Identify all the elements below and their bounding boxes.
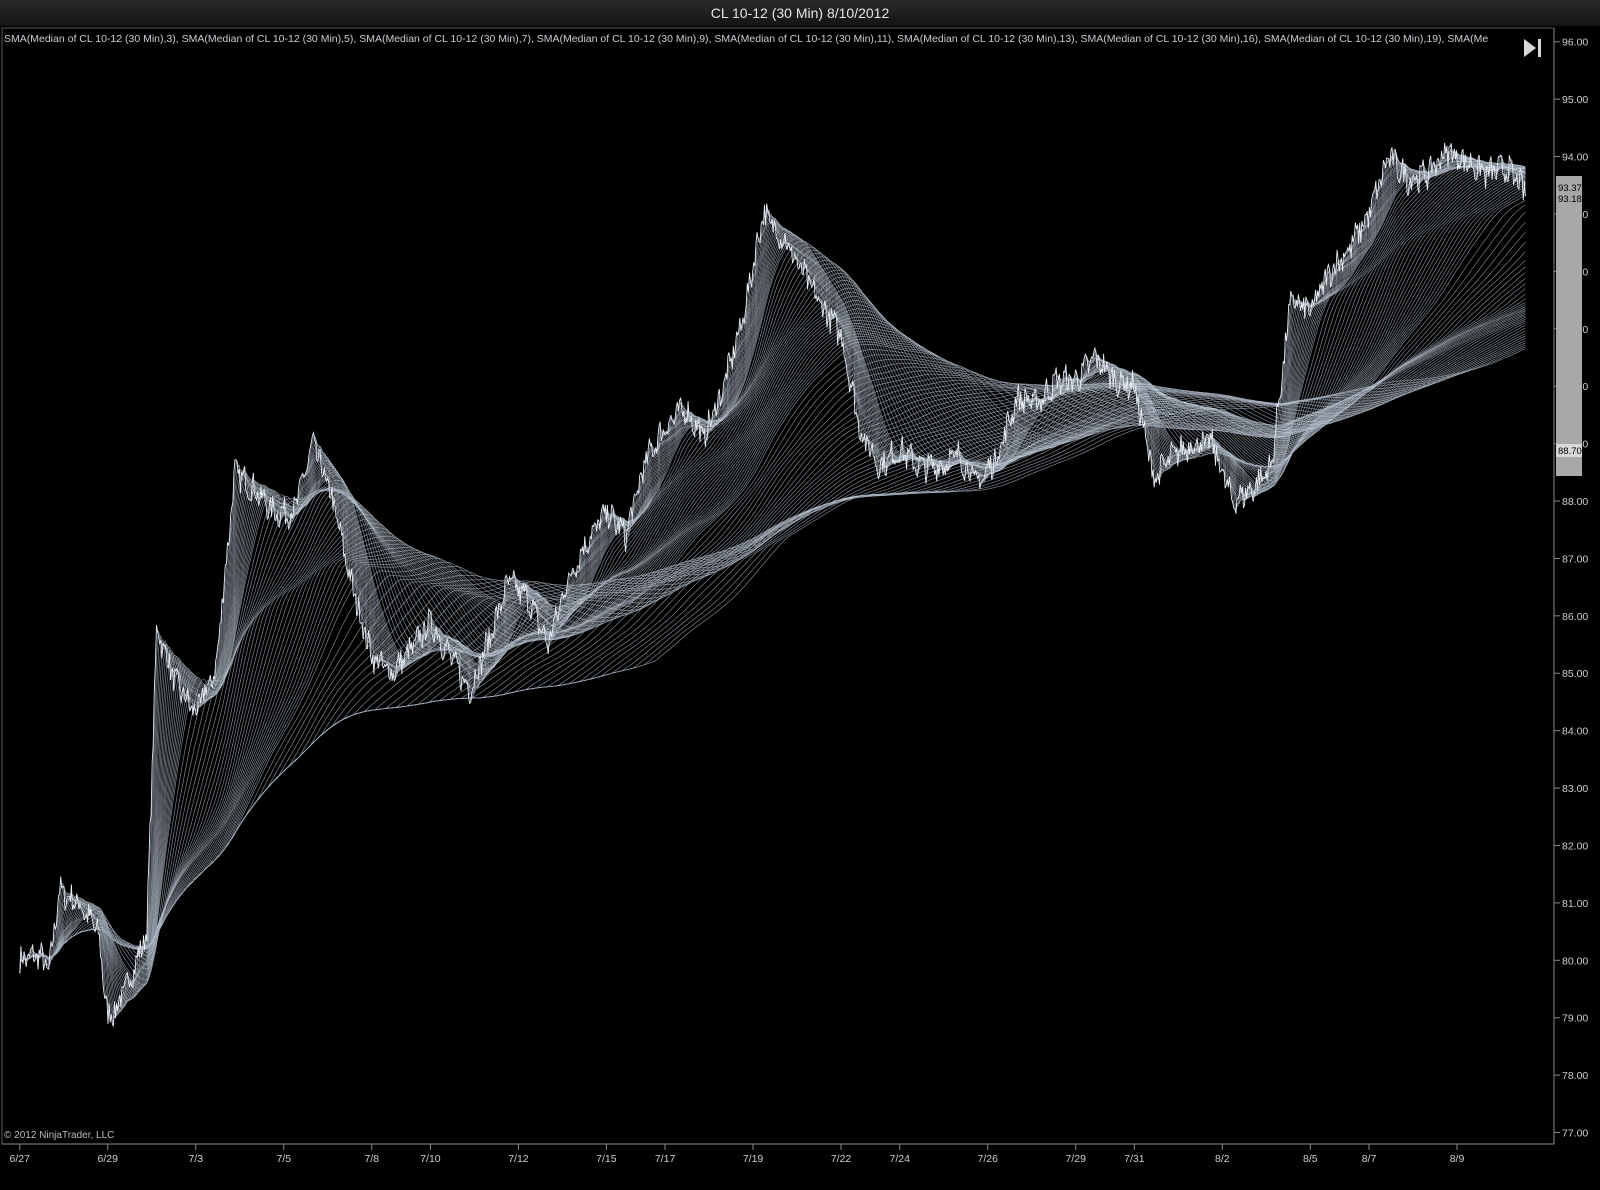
x-tick-label: 7/31: [1124, 1153, 1145, 1165]
x-tick-label: 7/19: [743, 1153, 764, 1165]
y-tick-label: 86.00: [1562, 611, 1588, 623]
y-tick-label: 87.00: [1562, 553, 1588, 565]
y-tick-label: 96.00: [1562, 37, 1588, 49]
title-bar: CL 10-12 (30 Min) 8/10/2012: [0, 0, 1600, 27]
y-tick-label: 88.00: [1562, 496, 1588, 508]
y-tick-label: 85.00: [1562, 668, 1588, 680]
x-tick-label: 7/26: [977, 1153, 998, 1165]
x-tick-label: 7/10: [420, 1153, 441, 1165]
y-tick-label: 95.00: [1562, 94, 1588, 106]
y-tick-label: 79.00: [1562, 1013, 1588, 1025]
x-tick-label: 8/7: [1362, 1153, 1377, 1165]
x-tick-label: 7/17: [655, 1153, 676, 1165]
x-tick-label: 7/15: [596, 1153, 617, 1165]
x-tick-label: 7/29: [1065, 1153, 1086, 1165]
y-tick-label: 82.00: [1562, 840, 1588, 852]
x-tick-label: 7/22: [831, 1153, 852, 1165]
y-tick-label: 83.00: [1562, 783, 1588, 795]
x-tick-label: 8/2: [1215, 1153, 1230, 1165]
x-tick-label: 7/24: [889, 1153, 910, 1165]
x-tick-label: 7/8: [364, 1153, 379, 1165]
y-tick-label: 94.00: [1562, 152, 1588, 164]
y-tick-label: 80.00: [1562, 955, 1588, 967]
x-tick-label: 6/27: [10, 1153, 31, 1165]
y-tick-label: 81.00: [1562, 898, 1588, 910]
x-tick-label: 7/3: [188, 1153, 203, 1165]
last-value-panel: 93.37 93.18 88.70: [1556, 176, 1582, 476]
y-tick-label: 78.00: [1562, 1070, 1588, 1082]
y-tick-label: 77.00: [1562, 1128, 1588, 1140]
x-tick-label: 7/5: [276, 1153, 291, 1165]
x-tick-label: 6/29: [98, 1153, 119, 1165]
window-title: CL 10-12 (30 Min) 8/10/2012: [710, 5, 890, 21]
x-tick-label: 8/5: [1303, 1153, 1318, 1165]
chart-svg[interactable]: 77.00 78.00 79.00 80.00 81.00 82.00 83.00 84.00…: [0, 26, 1600, 1190]
last-value-label: 93.37: [1558, 183, 1582, 194]
chart-window: CL 10-12 (30 Min) 8/10/2012 77.00 78.00 79…: [0, 0, 1600, 1190]
last-bottom-value-label: 88.70: [1558, 446, 1582, 457]
last-value-panel-bg: [1556, 176, 1582, 476]
x-tick-label: 7/12: [508, 1153, 529, 1165]
indicator-legend: SMA(Median of CL 10-12 (30 Min),3), SMA(…: [4, 33, 1488, 45]
copyright-text: © 2012 NinjaTrader, LLC: [4, 1130, 114, 1141]
x-tick-label: 8/9: [1450, 1153, 1465, 1165]
y-tick-label: 84.00: [1562, 726, 1588, 738]
last-value-label: 93.18: [1558, 194, 1582, 205]
